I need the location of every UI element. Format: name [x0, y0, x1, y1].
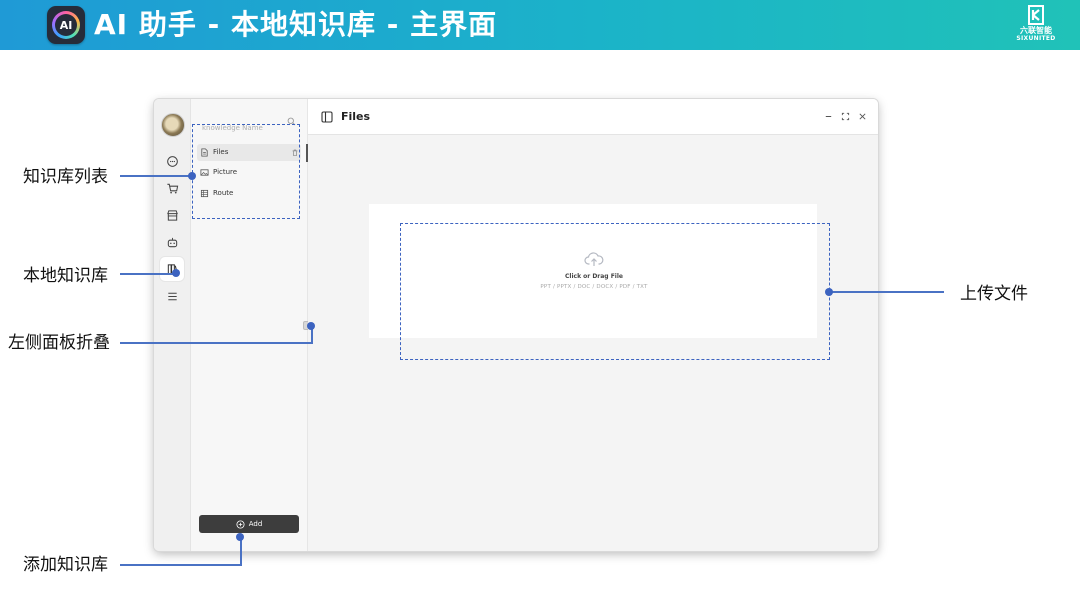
upload-highlight: [400, 223, 830, 360]
annotation-dot: [307, 322, 315, 330]
minimize-icon: [825, 116, 832, 117]
add-knowledge-base-button[interactable]: Add: [199, 515, 299, 533]
chat-icon: [166, 155, 178, 167]
close-icon: [859, 113, 866, 120]
menu-icon: [167, 292, 177, 300]
brand-logo: 六联智能 SIXUNITED: [1008, 4, 1064, 48]
annotation-line: [240, 537, 242, 566]
nav-store[interactable]: [160, 203, 184, 227]
panel-scrollbar[interactable]: [306, 144, 308, 162]
minimize-button[interactable]: [823, 111, 834, 122]
annotation-dot: [188, 172, 196, 180]
nav-robot[interactable]: [160, 230, 184, 254]
nav-shop[interactable]: [160, 176, 184, 200]
annotation-local-kb: 本地知识库: [23, 266, 108, 286]
annotation-kb-list: 知识库列表: [23, 167, 108, 187]
window-titlebar: Files: [308, 99, 878, 135]
annotation-line: [120, 273, 176, 275]
slide-banner: AI AI 助手 - 本地知识库 - 主界面 六联智能 SIXUNITED: [0, 0, 1080, 50]
kb-list-highlight: [192, 124, 300, 219]
nav-chat[interactable]: [160, 149, 184, 173]
cart-icon: [166, 183, 178, 194]
annotation-add-kb: 添加知识库: [23, 555, 108, 575]
window-title: Files: [341, 110, 371, 123]
nav-menu[interactable]: [160, 284, 184, 308]
annotation-upload-file: 上传文件: [960, 284, 1028, 304]
app-logo-text: AI: [55, 14, 77, 36]
annotation-line: [120, 175, 192, 177]
brand-name-en: SIXUNITED: [1016, 35, 1056, 42]
store-icon: [166, 209, 178, 221]
ai-assistant-logo: AI: [47, 6, 85, 44]
add-circle-icon: [236, 519, 245, 529]
annotation-collapse-panel: 左侧面板折叠: [8, 333, 110, 353]
nav-rail: [154, 99, 191, 551]
annotation-dot: [825, 288, 833, 296]
maximize-button[interactable]: [840, 111, 851, 122]
layout-panel-icon[interactable]: [321, 111, 333, 123]
slide-title: AI 助手 - 本地知识库 - 主界面: [94, 8, 498, 41]
maximize-icon: [841, 112, 850, 121]
close-button[interactable]: [857, 111, 868, 122]
annotation-line: [120, 342, 313, 344]
robot-icon: [167, 237, 177, 247]
add-button-label: Add: [248, 520, 263, 528]
avatar[interactable]: [161, 113, 185, 137]
sixunited-logo-icon: [1028, 5, 1044, 25]
nav-knowledge-base[interactable]: [160, 257, 184, 281]
annotation-dot: [172, 269, 180, 277]
annotation-dot: [236, 533, 244, 541]
annotation-line: [120, 564, 242, 566]
brand-name-cn: 六联智能: [1020, 26, 1052, 35]
annotation-line: [829, 291, 944, 293]
